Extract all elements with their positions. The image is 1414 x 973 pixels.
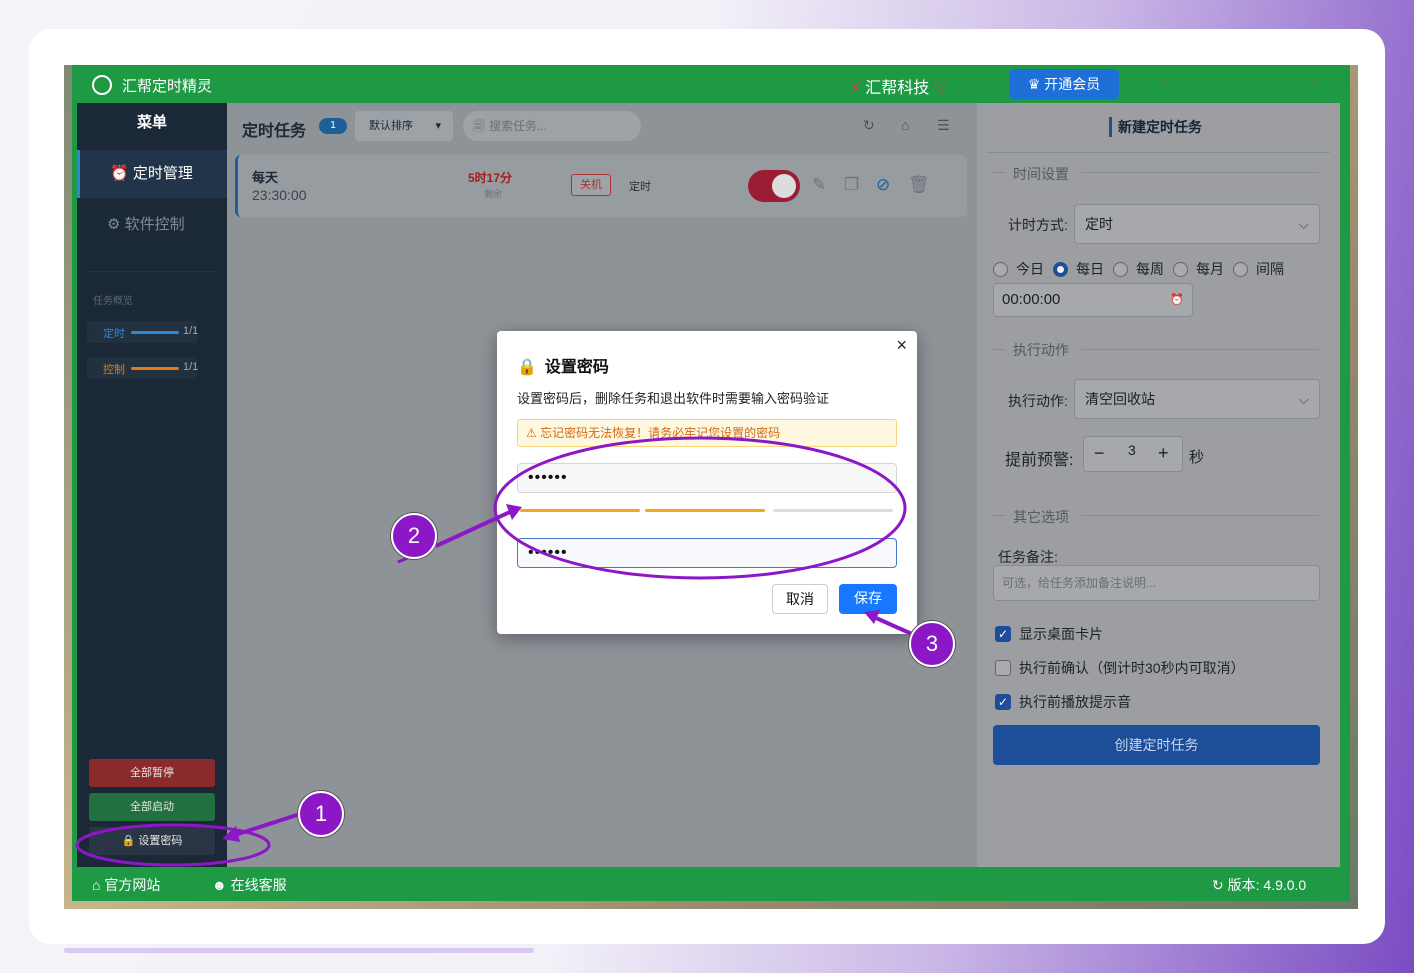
annotation-badge: 3 <box>909 621 955 667</box>
annotation-arrow <box>875 616 913 636</box>
annotation-badge: 1 <box>298 791 344 837</box>
annotation-arrow <box>435 510 511 548</box>
annotation-arrow <box>231 812 301 838</box>
annotation-badge: 2 <box>391 513 437 559</box>
highlight-ellipse <box>493 436 907 580</box>
annotation-overlay <box>75 436 913 867</box>
highlight-ellipse <box>75 823 271 867</box>
